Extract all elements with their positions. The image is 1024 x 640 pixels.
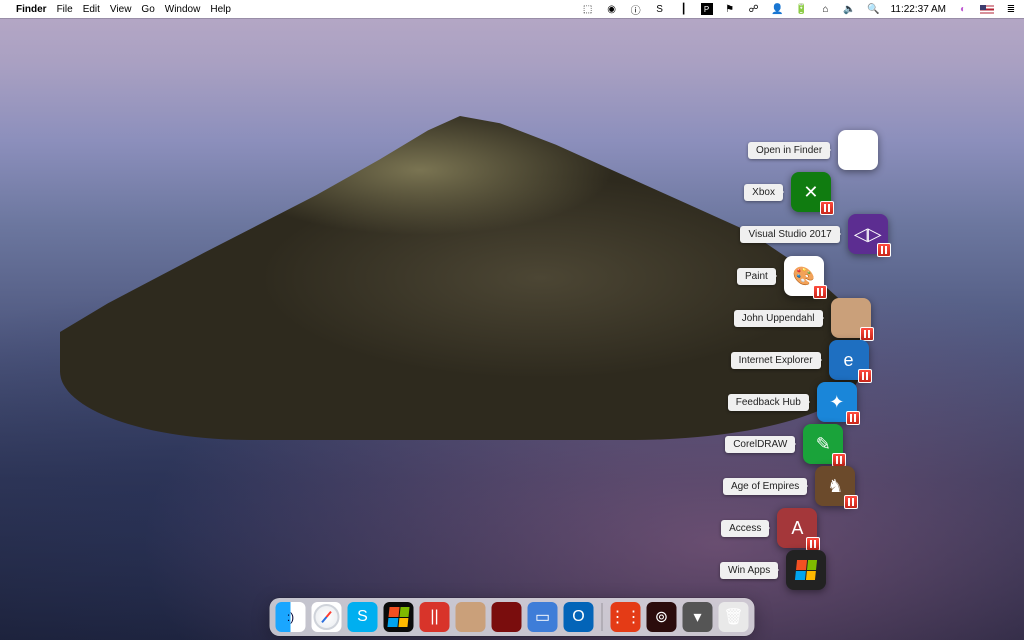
fan-item-access[interactable]: A Access [721,508,817,548]
dock-windows[interactable] [384,602,414,632]
fan-item-coreldraw[interactable]: ✎ CorelDRAW [725,424,843,464]
spotlight-icon[interactable]: 🔍 [867,3,881,15]
dock-separator [602,603,603,631]
fan-label: Internet Explorer [731,352,821,369]
battery-icon[interactable]: 🔋 [795,3,809,15]
menu-file[interactable]: File [57,4,73,15]
parallels-badge-icon [877,243,891,257]
paint-icon: 🎨 [784,256,824,296]
menu-bar-left: Finder File Edit View Go Window Help [6,4,231,15]
fan-item-age-of-empires[interactable]: ♞ Age of Empires [723,466,855,506]
fan-item-xbox[interactable]: ✕ Xbox [744,172,831,212]
dock-display[interactable]: ▭ [528,602,558,632]
parallels-badge-icon [806,537,820,551]
fan-item-win-apps[interactable]: Win Apps [720,550,826,590]
info-icon[interactable]: ⓘ [629,3,643,15]
open-in-finder-icon: ↪ [838,130,878,170]
clock[interactable]: 11:22:37 AM [891,4,946,15]
john-uppendahl-icon [831,298,871,338]
fan-item-paint[interactable]: 🎨 Paint [737,256,824,296]
internet-explorer-icon: e [829,340,869,380]
menu-help[interactable]: Help [210,4,231,15]
fan-label: Xbox [744,184,783,201]
fan-label: John Uppendahl [734,310,823,327]
dock-office[interactable]: ⋮⋮ [611,602,641,632]
parallels-badge-icon [846,411,860,425]
fan-item-visual-studio[interactable]: ◁▷ Visual Studio 2017 [740,214,887,254]
fan-item-john-uppendahl[interactable]: John Uppendahl [734,298,871,338]
menu-bar-right: ⬚ ◉ ⓘ S ┃ P ⚑ ☍ 👤 🔋 ⌂ 🔈 🔍 11:22:37 AM ◐ … [581,3,1018,15]
dropbox-icon[interactable]: ⬚ [581,3,595,15]
win-apps-icon [786,550,826,590]
fan-label: CorelDRAW [725,436,795,453]
user-icon[interactable]: 👤 [771,3,785,15]
bar-icon[interactable]: ┃ [677,3,691,15]
menu-view[interactable]: View [110,4,132,15]
fan-label: Age of Empires [723,478,807,495]
xbox-icon: ✕ [791,172,831,212]
age-of-empires-icon: ♞ [815,466,855,506]
dock: S || ▭O ⋮⋮⊚▾🗑 [270,598,755,636]
menu-window[interactable]: Window [165,4,201,15]
fan-item-feedback-hub[interactable]: ✦ Feedback Hub [728,382,857,422]
dock-parallels[interactable]: || [420,602,450,632]
fan-item-open-in-finder[interactable]: ↪ Open in Finder [748,130,878,170]
dock-win-apps-stack[interactable]: ▾ [683,602,713,632]
dock-contact[interactable] [456,602,486,632]
fan-item-internet-explorer[interactable]: e Internet Explorer [731,340,869,380]
fan-label: Paint [737,268,776,285]
parallels-badge-icon [820,201,834,215]
doc-icon[interactable]: ☍ [747,3,761,15]
fan-label: Access [721,520,769,537]
menu-go[interactable]: Go [141,4,154,15]
dock-adobe-cc[interactable]: ⊚ [647,602,677,632]
dock-outlook[interactable]: O [564,602,594,632]
dock-trash[interactable]: 🗑 [719,602,749,632]
coreldraw-icon: ✎ [803,424,843,464]
visual-studio-icon: ◁▷ [848,214,888,254]
s-icon[interactable]: S [653,3,667,15]
dock-finder[interactable] [276,602,306,632]
parallels-badge-icon [858,369,872,383]
volume-icon[interactable]: 🔈 [843,3,857,15]
app-menu[interactable]: Finder [16,4,47,15]
siri-icon[interactable]: ◐ [956,3,970,15]
dock-skype[interactable]: S [348,602,378,632]
notification-center-icon[interactable]: ≣ [1004,3,1018,15]
shield-icon[interactable]: ⚑ [723,3,737,15]
parallels-badge-icon [860,327,874,341]
eye-icon[interactable]: ◉ [605,3,619,15]
fan-label: Win Apps [720,562,778,579]
fan-label: Visual Studio 2017 [740,226,839,243]
menu-edit[interactable]: Edit [83,4,100,15]
parallels-badge-icon [844,495,858,509]
fan-label: Feedback Hub [728,394,809,411]
dock-media[interactable] [492,602,522,632]
dock-safari[interactable] [312,602,342,632]
access-icon: A [777,508,817,548]
p-square-icon[interactable]: P [701,3,713,15]
parallels-badge-icon [813,285,827,299]
menu-bar: Finder File Edit View Go Window Help ⬚ ◉… [0,0,1024,18]
parallels-badge-icon [832,453,846,467]
home-icon[interactable]: ⌂ [819,3,833,15]
input-flag-icon[interactable] [980,5,994,14]
fan-label: Open in Finder [748,142,830,159]
feedback-hub-icon: ✦ [817,382,857,422]
